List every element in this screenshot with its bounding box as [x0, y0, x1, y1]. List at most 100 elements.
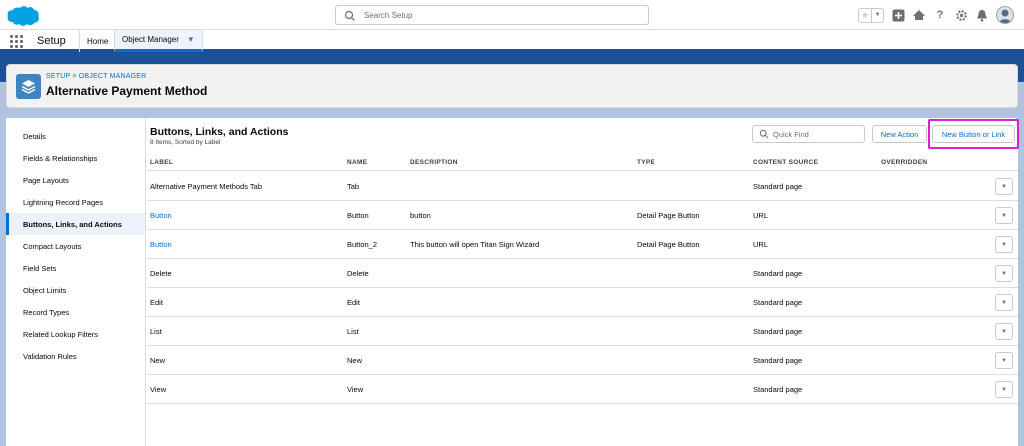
- cell-content-source: Standard page: [753, 298, 803, 307]
- gear-icon[interactable]: [954, 8, 968, 22]
- help-icon[interactable]: ?: [933, 8, 947, 22]
- content-panel: Buttons, Links, and Actions 8 Items, Sor…: [147, 118, 1019, 446]
- sidebar-item-fields-relationships[interactable]: Fields & Relationships: [6, 147, 145, 169]
- cell-name: Tab: [347, 182, 360, 191]
- quick-find-input[interactable]: Quick Find: [752, 125, 865, 143]
- table-header: LABEL NAME DESCRIPTION TYPE CONTENT SOUR…: [147, 155, 1018, 171]
- sidebar-item-field-sets[interactable]: Field Sets: [6, 257, 145, 279]
- object-layers-icon: [16, 74, 41, 99]
- sidebar-item-label: Buttons, Links, and Actions: [23, 219, 122, 229]
- new-button-or-link-button[interactable]: New Button or Link: [932, 125, 1015, 143]
- table-row: View View Standard page ▼: [147, 375, 1018, 404]
- cell-label: View: [150, 385, 167, 394]
- global-search[interactable]: Search Setup: [335, 5, 649, 25]
- cell-content-source: URL: [753, 240, 769, 249]
- cell-content-source: Standard page: [753, 327, 803, 336]
- row-actions-dropdown[interactable]: ▼: [995, 352, 1013, 369]
- cell-content-source: Standard page: [753, 356, 803, 365]
- sidebar-item-lightning-record-pages[interactable]: Lightning Record Pages: [6, 191, 145, 213]
- quick-find-placeholder: Quick Find: [773, 130, 809, 139]
- section-title: Buttons, Links, and Actions: [150, 126, 289, 138]
- new-action-label: New Action: [880, 129, 919, 139]
- section-subtitle: 8 Items, Sorted by Label: [150, 139, 221, 146]
- tab-home-label: Home: [87, 36, 109, 46]
- row-actions-dropdown[interactable]: ▼: [995, 265, 1013, 282]
- column-header-description[interactable]: DESCRIPTION: [410, 159, 458, 166]
- cell-content-source: Standard page: [753, 385, 803, 394]
- row-actions-dropdown[interactable]: ▼: [995, 294, 1013, 311]
- cell-content-source: Standard page: [753, 269, 803, 278]
- row-actions-dropdown[interactable]: ▼: [995, 178, 1013, 195]
- sidebar-item-label: Object Limits: [23, 285, 67, 295]
- caret-down-icon: ▼: [1001, 299, 1007, 306]
- search-placeholder: Search Setup: [364, 11, 413, 20]
- cell-name: Button_2: [347, 240, 378, 249]
- caret-down-icon: ▼: [1001, 357, 1007, 364]
- table-row: Alternative Payment Methods Tab Tab Standa…: [147, 172, 1018, 201]
- table-row: List List Standard page ▼: [147, 317, 1018, 346]
- cell-label[interactable]: Button: [150, 211, 172, 220]
- table-row: Edit Edit Standard page ▼: [147, 288, 1018, 317]
- trailhead-icon[interactable]: [912, 8, 926, 22]
- cell-label[interactable]: Button: [150, 240, 172, 249]
- app-name: Setup: [37, 35, 66, 47]
- cell-label: Alternative Payment Methods Tab: [150, 182, 263, 191]
- cell-name: Button: [347, 211, 369, 220]
- caret-down-icon: ▼: [1001, 328, 1007, 335]
- caret-down-icon: ▼: [1001, 212, 1007, 219]
- page-header: SETUP > OBJECT MANAGER Alternative Payme…: [6, 64, 1018, 108]
- favorites-group: ★ ▼: [858, 7, 884, 23]
- sidebar-item-label: Details: [23, 131, 46, 141]
- search-icon: [344, 10, 355, 21]
- cell-name: View: [347, 385, 364, 394]
- sidebar-item-buttons-links-actions[interactable]: Buttons, Links, and Actions: [6, 213, 145, 235]
- object-sidebar: Details Fields & Relationships Page Layo…: [6, 118, 146, 446]
- user-avatar[interactable]: [996, 6, 1014, 24]
- cell-type: Detail Page Button: [637, 240, 700, 249]
- salesforce-logo[interactable]: [6, 5, 40, 27]
- sidebar-item-record-types[interactable]: Record Types: [6, 301, 145, 323]
- add-icon[interactable]: [891, 8, 905, 22]
- row-actions-dropdown[interactable]: ▼: [995, 236, 1013, 253]
- table-row: Delete Delete Standard page ▼: [147, 259, 1018, 288]
- sidebar-item-related-lookup-filters[interactable]: Related Lookup Filters: [6, 323, 145, 345]
- column-header-label[interactable]: LABEL: [150, 159, 173, 166]
- cell-content-source: URL: [753, 211, 769, 220]
- cell-name: New: [347, 356, 363, 365]
- row-actions-dropdown[interactable]: ▼: [995, 323, 1013, 340]
- cell-name: Edit: [347, 298, 360, 307]
- tab-object-manager[interactable]: Object Manager ▼: [114, 30, 203, 52]
- sidebar-item-label: Page Layouts: [23, 175, 69, 185]
- cell-name: Delete: [347, 269, 369, 278]
- page-title: Alternative Payment Method: [46, 84, 208, 98]
- header-utility-icons: ★ ▼ ?: [858, 4, 1014, 26]
- tab-home[interactable]: Home: [79, 30, 115, 52]
- app-navigation: Setup Home Object Manager ▼: [0, 30, 1024, 52]
- caret-down-icon: ▼: [1001, 241, 1007, 248]
- column-header-overridden[interactable]: OVERRIDDEN: [881, 159, 927, 166]
- cell-description: button: [410, 211, 431, 220]
- caret-down-icon[interactable]: ▼: [871, 8, 883, 22]
- tab-object-manager-label: Object Manager: [122, 35, 179, 44]
- search-icon: [759, 129, 769, 139]
- sidebar-item-compact-layouts[interactable]: Compact Layouts: [6, 235, 145, 257]
- cell-description: This button will open Titan Sign Wizard: [410, 240, 540, 249]
- sidebar-item-object-limits[interactable]: Object Limits: [6, 279, 145, 301]
- main-container: Details Fields & Relationships Page Layo…: [6, 118, 1019, 446]
- row-actions-dropdown[interactable]: ▼: [995, 381, 1013, 398]
- sidebar-item-details[interactable]: Details: [6, 125, 145, 147]
- new-action-button[interactable]: New Action: [872, 125, 927, 143]
- bell-icon[interactable]: [975, 8, 989, 22]
- column-header-content-source[interactable]: CONTENT SOURCE: [753, 159, 818, 166]
- caret-down-icon: ▼: [1001, 386, 1007, 393]
- cell-type: Detail Page Button: [637, 211, 700, 220]
- chevron-down-icon[interactable]: ▼: [187, 35, 195, 44]
- sidebar-item-validation-rules[interactable]: Validation Rules: [6, 345, 145, 367]
- column-header-type[interactable]: TYPE: [637, 159, 655, 166]
- app-launcher-icon[interactable]: [10, 35, 23, 48]
- star-icon[interactable]: ★: [859, 9, 871, 22]
- breadcrumb[interactable]: SETUP > OBJECT MANAGER: [46, 73, 146, 80]
- sidebar-item-page-layouts[interactable]: Page Layouts: [6, 169, 145, 191]
- column-header-name[interactable]: NAME: [347, 159, 367, 166]
- row-actions-dropdown[interactable]: ▼: [995, 207, 1013, 224]
